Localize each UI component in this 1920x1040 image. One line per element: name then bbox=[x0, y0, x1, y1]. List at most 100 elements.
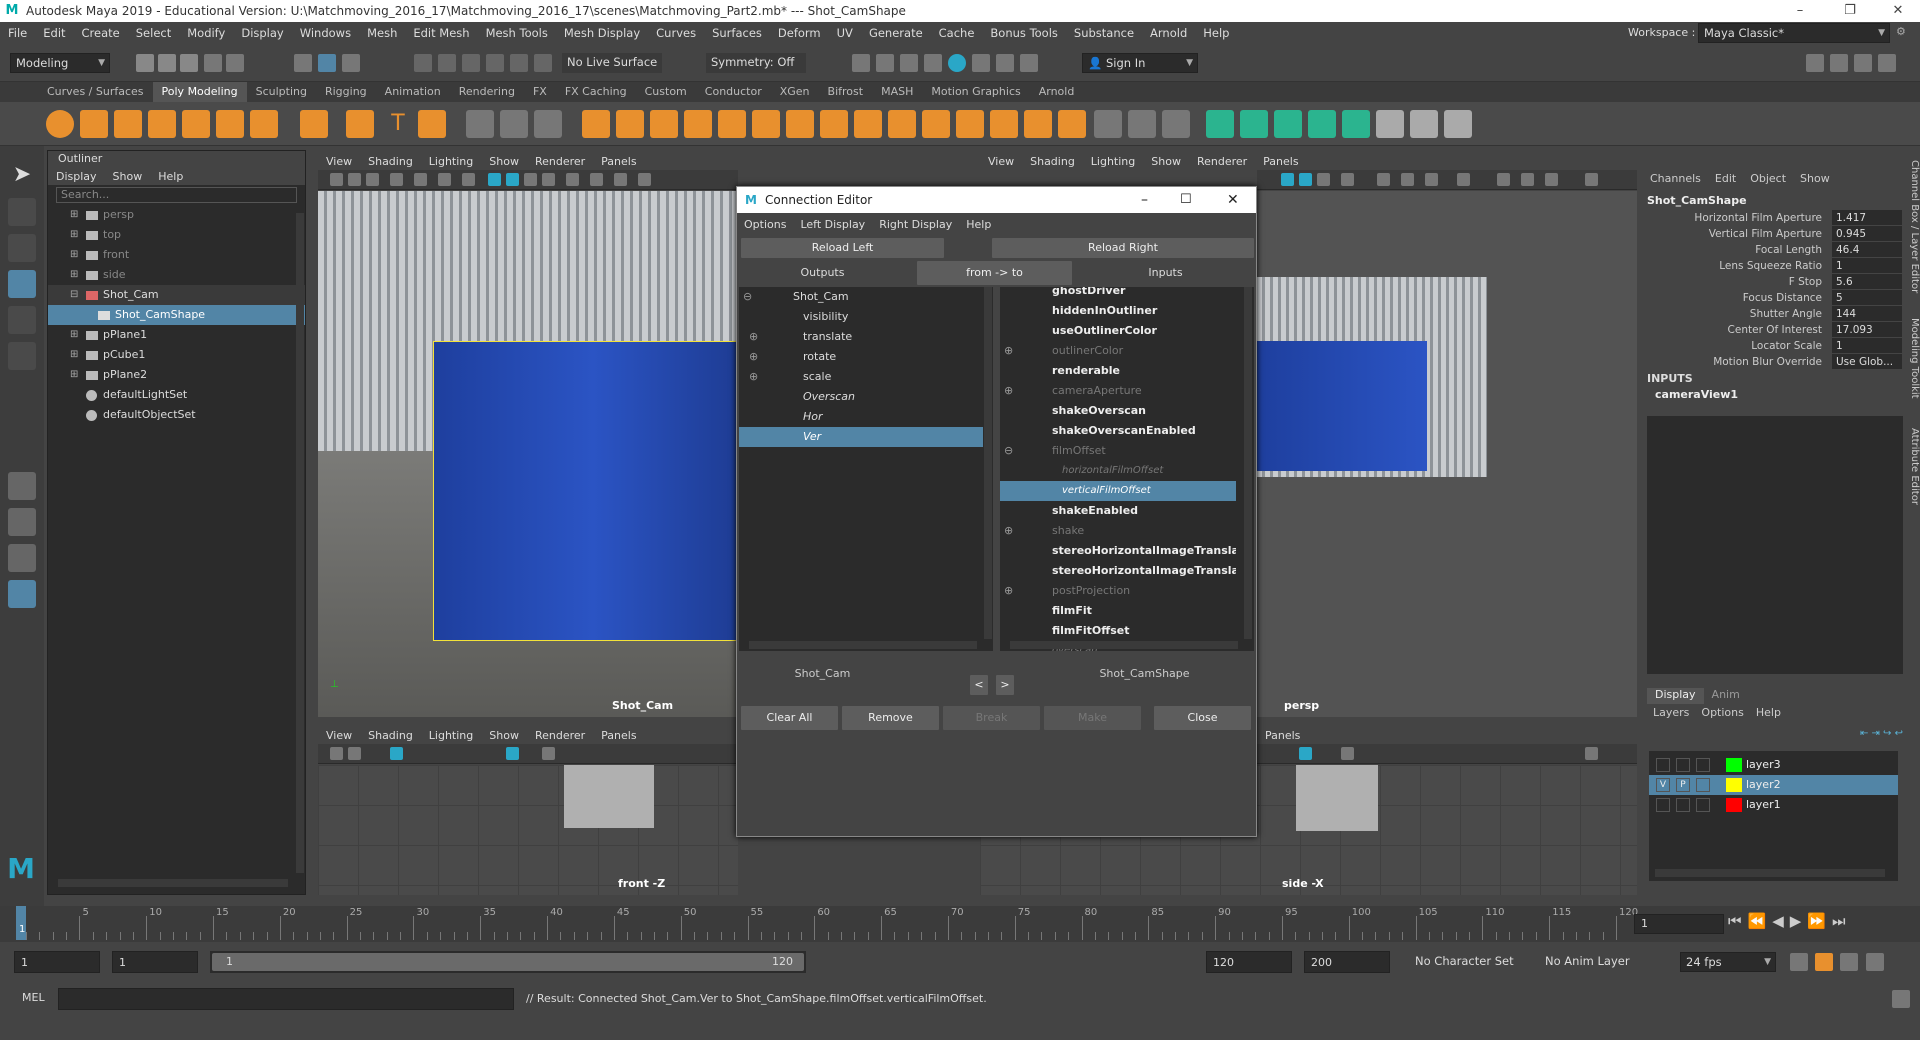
character-set-dropdown[interactable]: No Character Set bbox=[1410, 952, 1530, 972]
input-attr-row[interactable]: ⊕ postProjection bbox=[1000, 581, 1236, 601]
input-attr-row[interactable]: horizontalFilmOffset bbox=[1000, 461, 1236, 481]
output-attr-row[interactable]: Hor bbox=[739, 407, 983, 427]
menu-generate[interactable]: Generate bbox=[861, 26, 931, 40]
expand-icon[interactable]: ⊞ bbox=[70, 205, 78, 225]
vp-menu-shading[interactable]: Shading bbox=[360, 729, 421, 742]
restore-icon[interactable]: ❐ bbox=[1830, 0, 1870, 22]
move-tool-icon[interactable] bbox=[8, 270, 36, 298]
mode-dropdown[interactable]: Modeling ▼ bbox=[10, 53, 110, 73]
gear-icon[interactable] bbox=[1585, 747, 1598, 760]
vp-menu-view[interactable]: View bbox=[980, 155, 1022, 168]
audio-icon[interactable] bbox=[1840, 953, 1858, 971]
input-attr-row[interactable]: renderable bbox=[1000, 361, 1236, 381]
go-to-start-icon[interactable]: ⏮ bbox=[1728, 912, 1748, 930]
expand-icon[interactable]: ⊞ bbox=[70, 245, 78, 265]
auto-key-icon[interactable] bbox=[1815, 953, 1833, 971]
shelf-tab-motion-graphics[interactable]: Motion Graphics bbox=[922, 82, 1029, 102]
collapse-icon[interactable]: ⊖ bbox=[1004, 441, 1013, 461]
channel-row[interactable]: Vertical Film Aperture 0.945 bbox=[1643, 226, 1908, 242]
shelf-tab-sculpting[interactable]: Sculpting bbox=[247, 82, 316, 102]
expand-icon[interactable]: ⊕ bbox=[1004, 521, 1013, 541]
channel-value[interactable]: 1.417 bbox=[1832, 210, 1902, 225]
append-icon[interactable] bbox=[718, 110, 746, 138]
mash-network-icon[interactable] bbox=[1410, 110, 1438, 138]
expand-icon[interactable]: ⊞ bbox=[70, 265, 78, 285]
bridge-icon[interactable] bbox=[684, 110, 712, 138]
mash-signal-icon[interactable] bbox=[1308, 110, 1336, 138]
outliner-menu-show[interactable]: Show bbox=[105, 170, 151, 183]
lighting-icon[interactable] bbox=[1341, 747, 1354, 760]
type-tool-icon[interactable]: T bbox=[384, 110, 412, 138]
shelf-tab-fx-caching[interactable]: FX Caching bbox=[556, 82, 636, 102]
isolate-icon[interactable] bbox=[1425, 173, 1438, 186]
channel-row[interactable]: Center Of Interest 17.093 bbox=[1643, 322, 1908, 338]
gear-icon[interactable] bbox=[1585, 173, 1598, 186]
live-surface-field[interactable]: No Live Surface bbox=[562, 53, 662, 73]
input-attr-row[interactable]: stereoHorizontalImageTranslateEn bbox=[1000, 541, 1236, 561]
reload-left-button[interactable]: Reload Left bbox=[741, 238, 944, 258]
shelf-tab-bifrost[interactable]: Bifrost bbox=[819, 82, 873, 102]
grid-icon[interactable] bbox=[414, 173, 427, 186]
select-by-hierarchy-icon[interactable] bbox=[294, 54, 312, 72]
modeling-toolkit-icon[interactable] bbox=[1806, 54, 1824, 72]
input-node-name[interactable]: cameraView1 bbox=[1655, 388, 1738, 401]
expand-icon[interactable]: ⊕ bbox=[1004, 581, 1013, 601]
channel-row[interactable]: Focus Distance 5 bbox=[1643, 290, 1908, 306]
input-attr-row[interactable]: ⊕ shake bbox=[1000, 521, 1236, 541]
cb-menu-edit[interactable]: Edit bbox=[1708, 172, 1743, 188]
collapse-icon[interactable]: ⊟ bbox=[70, 285, 78, 305]
resolution-gate-icon[interactable] bbox=[462, 173, 475, 186]
bookmark-icon[interactable] bbox=[366, 173, 379, 186]
ao-icon[interactable] bbox=[1401, 173, 1414, 186]
smooth-icon[interactable] bbox=[582, 110, 610, 138]
vp-menu-shading[interactable]: Shading bbox=[1022, 155, 1083, 168]
render-settings-icon[interactable] bbox=[948, 54, 966, 72]
layer-name[interactable]: layer2 bbox=[1746, 775, 1781, 795]
menu-mesh[interactable]: Mesh bbox=[359, 26, 405, 40]
svg-tool-icon[interactable] bbox=[418, 110, 446, 138]
vp-menu-lighting[interactable]: Lighting bbox=[1083, 155, 1143, 168]
menu-create[interactable]: Create bbox=[74, 26, 128, 40]
ce-menu-left-display[interactable]: Left Display bbox=[793, 218, 872, 231]
minimize-icon[interactable]: – bbox=[1141, 187, 1148, 213]
combine-icon[interactable] bbox=[466, 110, 494, 138]
direction-toggle-button[interactable]: from -> to bbox=[917, 261, 1072, 285]
script-editor-icon[interactable] bbox=[1892, 990, 1910, 1008]
snap-surface-icon[interactable] bbox=[510, 54, 528, 72]
shelf-tab-fx[interactable]: FX bbox=[524, 82, 556, 102]
multi-cut-icon[interactable] bbox=[786, 110, 814, 138]
layer-display-type-toggle[interactable] bbox=[1696, 778, 1710, 792]
platonic-solid-icon[interactable] bbox=[300, 110, 328, 138]
layer-visibility-toggle[interactable] bbox=[1656, 758, 1670, 772]
outliner-item[interactable]: ⊞ pCube1 bbox=[48, 345, 305, 365]
layer-menu-help[interactable]: Help bbox=[1750, 706, 1787, 722]
outliner-search-input[interactable]: Search... bbox=[56, 187, 297, 203]
sculpt-icon[interactable] bbox=[922, 110, 950, 138]
fill-hole-icon[interactable] bbox=[752, 110, 780, 138]
output-attr-row[interactable]: ⊕ scale bbox=[739, 367, 983, 387]
smooth-shade-icon[interactable] bbox=[506, 173, 519, 186]
panel-layout-icon[interactable] bbox=[1521, 173, 1534, 186]
input-attr-row[interactable]: stereoHorizontalImageTranslate bbox=[1000, 561, 1236, 581]
lasso-tool-icon[interactable] bbox=[8, 198, 36, 226]
shadows-icon[interactable] bbox=[566, 173, 579, 186]
expand-icon[interactable]: ⊞ bbox=[70, 225, 78, 245]
expand-icon[interactable]: ⊞ bbox=[70, 325, 78, 345]
output-attr-row[interactable]: ⊕ rotate bbox=[739, 347, 983, 367]
range-slider[interactable]: 1 120 bbox=[210, 951, 806, 973]
input-attr-row[interactable]: shakeEnabled bbox=[1000, 501, 1236, 521]
layer-name[interactable]: layer1 bbox=[1746, 795, 1781, 815]
planar-uv-icon[interactable] bbox=[1094, 110, 1122, 138]
smooth-shade-icon[interactable] bbox=[1299, 173, 1312, 186]
four-pane-icon[interactable] bbox=[8, 508, 36, 536]
channel-value[interactable]: 5 bbox=[1832, 290, 1902, 305]
menu-deform[interactable]: Deform bbox=[770, 26, 829, 40]
connect-icon[interactable] bbox=[854, 110, 882, 138]
vp-menu-lighting[interactable]: Lighting bbox=[421, 729, 481, 742]
step-back-icon[interactable]: ◀ bbox=[1772, 912, 1790, 930]
range-slider-handle[interactable]: 1 120 bbox=[212, 953, 804, 971]
minimize-icon[interactable]: – bbox=[1780, 0, 1820, 22]
shelf-tab-rigging[interactable]: Rigging bbox=[316, 82, 376, 102]
target-weld-icon[interactable] bbox=[820, 110, 848, 138]
camera-select-icon[interactable] bbox=[330, 747, 343, 760]
